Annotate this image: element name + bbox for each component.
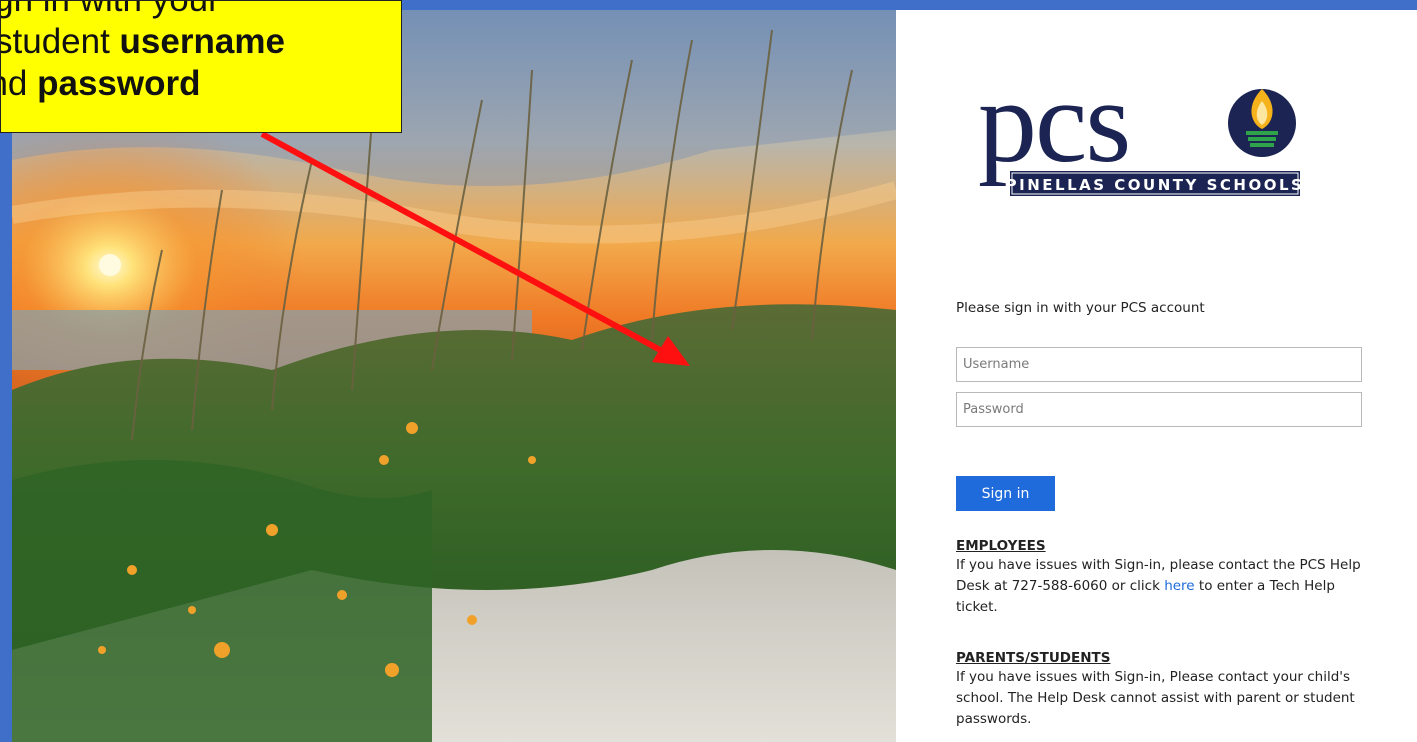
employees-text: If you have issues with Sign-in, please …	[956, 557, 1361, 615]
employees-section: EMPLOYEES If you have issues with Sign-i…	[956, 538, 1376, 618]
help-ticket-link[interactable]: here	[1164, 578, 1194, 594]
employees-heading: EMPLOYEES	[956, 538, 1046, 554]
parents-heading: PARENTS/STUDENTS	[956, 650, 1111, 666]
hero-image-area: Sign in with your student username and p…	[0, 0, 896, 742]
sign-in-button[interactable]: Sign in	[956, 476, 1055, 511]
pcs-logo: pcs PINELLAS COUNTY SCHOOLS	[978, 65, 1300, 196]
logo-wordmark: pcs	[978, 65, 1129, 187]
parents-text: If you have issues with Sign-in, Please …	[956, 669, 1355, 727]
top-border-bar	[896, 0, 1417, 10]
password-input[interactable]	[956, 392, 1362, 427]
callout-line-2: student username	[0, 22, 285, 61]
signin-panel: pcs PINELLAS COUNTY SCHOOLS Please sign …	[896, 10, 1417, 742]
logo-tagline: PINELLAS COUNTY SCHOOLS	[1006, 176, 1300, 194]
parents-students-section: PARENTS/STUDENTS If you have issues with…	[956, 650, 1376, 730]
username-input[interactable]	[956, 347, 1362, 382]
signin-prompt: Please sign in with your PCS account	[956, 300, 1205, 316]
callout-line-1: Sign in with your	[1, 1, 401, 21]
instruction-callout: Sign in with your student username and p…	[0, 0, 402, 133]
callout-line-3: and password	[1, 64, 201, 103]
